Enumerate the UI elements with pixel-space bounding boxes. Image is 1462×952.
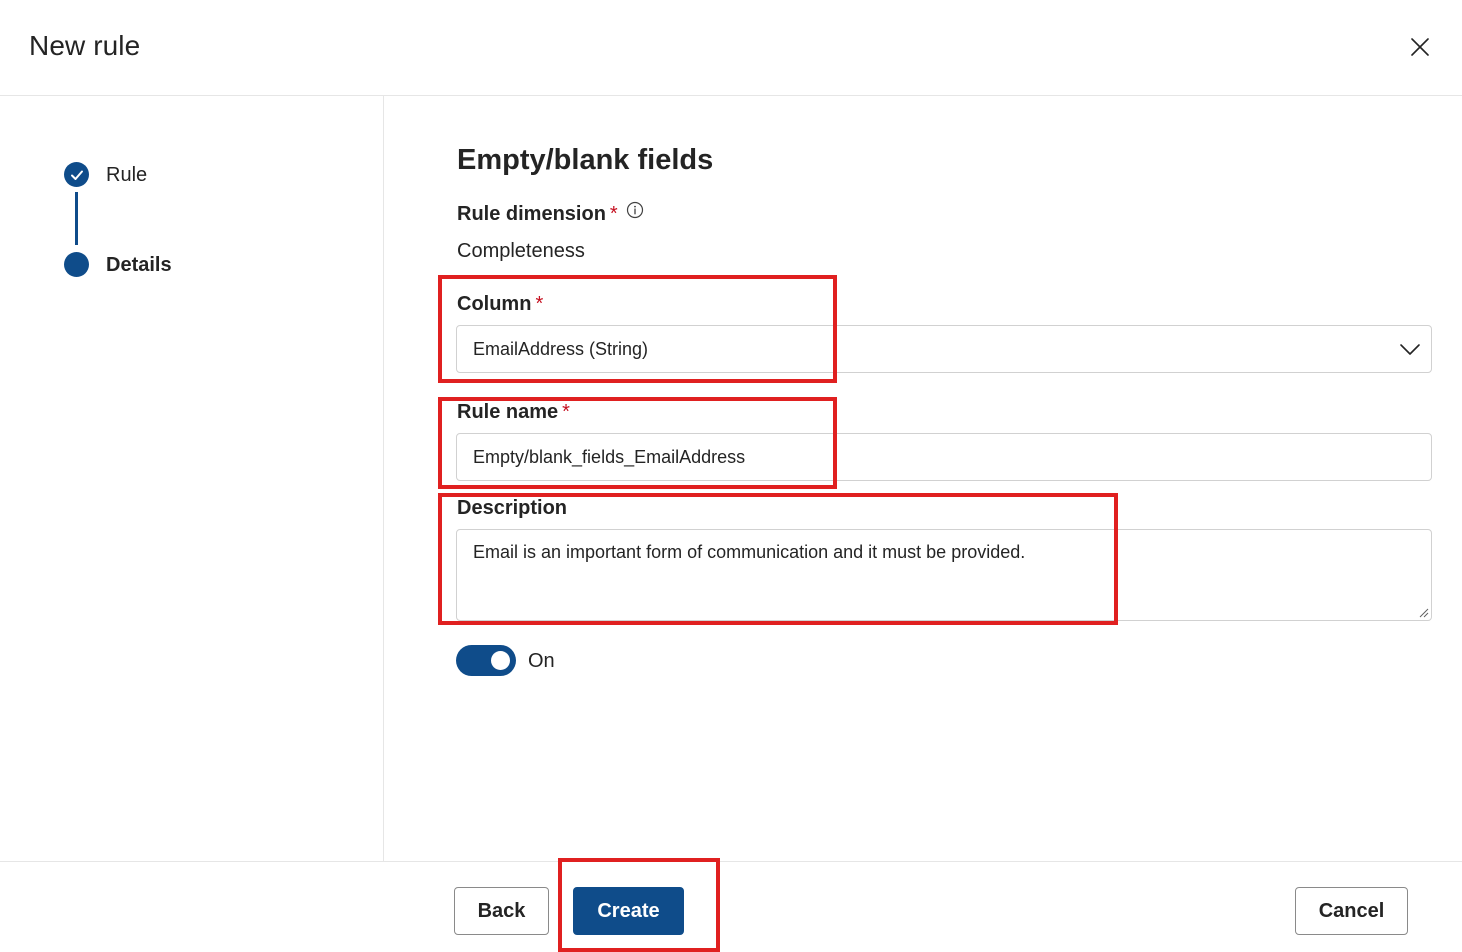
rule-dimension-value: Completeness: [457, 240, 585, 262]
new-rule-dialog: New rule Rule Details Empty/blank fields…: [0, 0, 1462, 952]
toggle-label: On: [528, 650, 555, 672]
step-rule-completed-indicator: [64, 162, 89, 187]
column-dropdown-value: EmailAddress (String): [473, 338, 649, 359]
rule-name-input[interactable]: Empty/blank_fields_EmailAddress: [456, 433, 1432, 481]
chevron-down-icon: [1400, 344, 1420, 355]
description-textarea-value: Email is an important form of communicat…: [473, 542, 1026, 562]
wizard-stepper: Rule Details: [0, 96, 384, 861]
rule-dimension-label: Rule dimension *: [457, 201, 644, 226]
column-label-text: Column: [457, 293, 532, 315]
info-icon[interactable]: [626, 201, 644, 225]
column-label: Column *: [457, 293, 543, 316]
dialog-title: New rule: [29, 30, 141, 61]
enable-rule-toggle[interactable]: [456, 645, 516, 676]
rule-name-label: Rule name *: [457, 401, 570, 424]
step-connector: [75, 192, 78, 245]
rule-dimension-label-text: Rule dimension: [457, 203, 606, 225]
resize-grip-icon[interactable]: [1417, 606, 1429, 618]
checkmark-icon: [70, 170, 83, 180]
cancel-button[interactable]: Cancel: [1295, 887, 1408, 935]
dialog-footer: [0, 861, 1462, 952]
step-rule[interactable]: Rule: [106, 164, 147, 187]
rule-name-label-text: Rule name: [457, 401, 559, 423]
required-mark: *: [562, 401, 570, 423]
step-details[interactable]: Details: [106, 254, 172, 277]
create-button[interactable]: Create: [573, 887, 684, 935]
close-icon: [1411, 38, 1429, 56]
close-button[interactable]: [1404, 31, 1436, 63]
back-button[interactable]: Back: [454, 887, 549, 935]
step-details-current-indicator: [64, 252, 89, 277]
toggle-knob: [491, 651, 510, 670]
rule-name-input-value: Empty/blank_fields_EmailAddress: [473, 446, 746, 467]
description-label: Description: [457, 497, 568, 519]
dialog-header: New rule: [0, 0, 1462, 96]
required-mark: *: [609, 203, 618, 225]
required-mark: *: [535, 293, 544, 315]
section-title: Empty/blank fields: [457, 144, 714, 176]
description-textarea[interactable]: Email is an important form of communicat…: [456, 529, 1432, 621]
column-dropdown[interactable]: EmailAddress (String): [456, 325, 1432, 373]
